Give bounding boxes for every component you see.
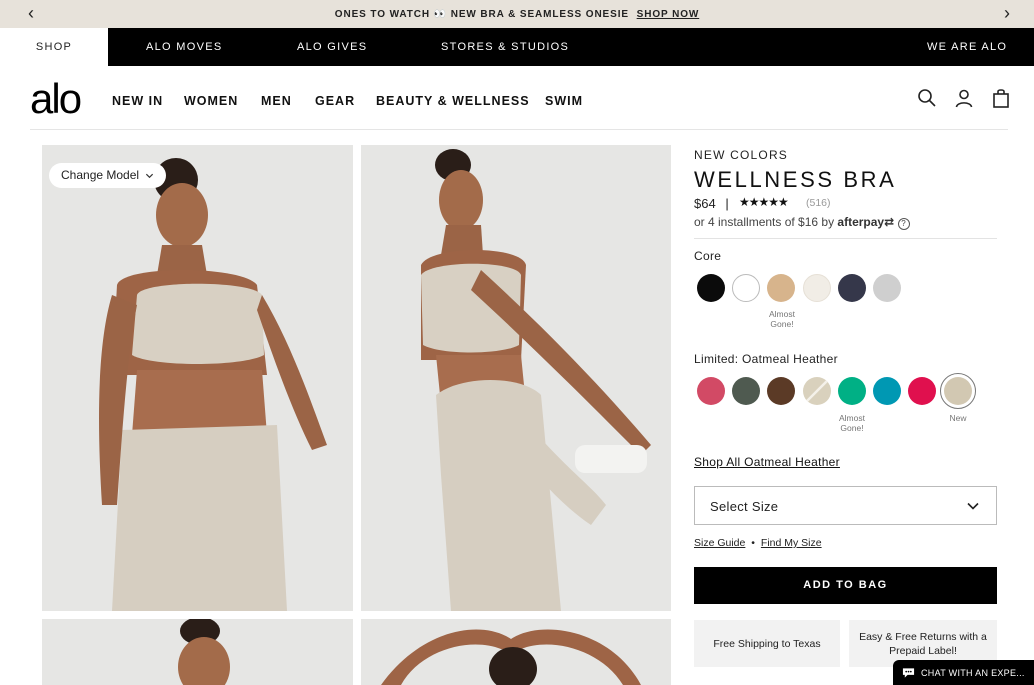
nav-new-in[interactable]: NEW IN bbox=[112, 94, 163, 108]
swatch-limited-5[interactable] bbox=[838, 377, 866, 405]
swatch-limited-7[interactable] bbox=[908, 377, 936, 405]
product-price-row: $64 | bbox=[694, 196, 729, 211]
afterpay-logo: afterpay⇄ bbox=[837, 215, 894, 229]
product-image-front[interactable] bbox=[42, 145, 353, 611]
shop-all-color-link[interactable]: Shop All Oatmeal Heather bbox=[694, 455, 840, 469]
change-model-button[interactable]: Change Model bbox=[49, 163, 167, 188]
nav-gear[interactable]: GEAR bbox=[315, 94, 355, 108]
promo-bar: ‹ ONES TO WATCH 👀 NEW BRA & SEAMLESS ONE… bbox=[0, 0, 1034, 28]
product-image-4[interactable] bbox=[361, 619, 671, 685]
swatch-note-almost-gone: Almost Gone! bbox=[769, 309, 795, 329]
model-third-illustration bbox=[42, 619, 353, 685]
product-image-3[interactable] bbox=[42, 619, 353, 685]
swatch-limited-8-selected[interactable] bbox=[944, 377, 972, 405]
model-fourth-illustration bbox=[361, 619, 671, 685]
size-links-bullet: • bbox=[751, 537, 755, 549]
header-divider bbox=[30, 129, 1008, 130]
promo-next-arrow-icon[interactable]: › bbox=[1004, 3, 1010, 23]
account-icon[interactable] bbox=[954, 88, 974, 108]
model-side-illustration bbox=[361, 145, 671, 611]
chevron-down-icon bbox=[145, 173, 154, 179]
chat-bubble-icon bbox=[902, 667, 915, 678]
top-nav-alo-moves[interactable]: ALO MOVES bbox=[146, 28, 223, 66]
change-model-label: Change Model bbox=[61, 168, 140, 182]
product-title: WELLNESS BRA bbox=[694, 167, 897, 192]
chat-label: CHAT WITH AN EXPE... bbox=[921, 667, 1025, 678]
size-links: Size Guide • Find My Size bbox=[694, 537, 822, 549]
review-count[interactable]: (516) bbox=[806, 197, 831, 209]
promo-prev-arrow-icon[interactable]: ‹ bbox=[28, 3, 34, 23]
swatch-texture-icon bbox=[806, 380, 828, 402]
swatch-limited-1[interactable] bbox=[697, 377, 725, 405]
swatch-limited-6[interactable] bbox=[873, 377, 901, 405]
product-image-side[interactable] bbox=[361, 145, 671, 611]
swatch-core-2[interactable] bbox=[732, 274, 760, 302]
afterpay-wordmark: afterpay bbox=[837, 215, 885, 229]
info-icon[interactable]: ? bbox=[897, 218, 910, 230]
limited-colors-label: Limited: Oatmeal Heather bbox=[694, 352, 838, 366]
swatch-core-6[interactable] bbox=[873, 274, 901, 302]
swatch-core-1[interactable] bbox=[697, 274, 725, 302]
product-eyebrow: NEW COLORS bbox=[694, 148, 789, 162]
model-front-illustration bbox=[42, 145, 353, 611]
core-colors-label: Core bbox=[694, 249, 722, 263]
price-separator: | bbox=[725, 196, 729, 211]
size-select[interactable]: Select Size bbox=[694, 486, 997, 525]
swatch-limited-2[interactable] bbox=[732, 377, 760, 405]
swatch-core-4[interactable] bbox=[803, 274, 831, 302]
search-icon[interactable] bbox=[917, 88, 937, 108]
swatch-note-almost-gone-2: Almost Gone! bbox=[839, 413, 865, 433]
chevron-down-icon bbox=[967, 502, 979, 510]
swatch-note-new: New bbox=[949, 413, 967, 423]
find-my-size-link[interactable]: Find My Size bbox=[761, 537, 822, 549]
nav-women[interactable]: WOMEN bbox=[184, 94, 238, 108]
nav-swim[interactable]: SWIM bbox=[545, 94, 583, 108]
afterpay-mark-icon: ⇄ bbox=[884, 215, 895, 229]
nav-men[interactable]: MEN bbox=[261, 94, 292, 108]
size-guide-link[interactable]: Size Guide bbox=[694, 537, 745, 549]
swatch-core-5[interactable] bbox=[838, 274, 866, 302]
top-nav-shop[interactable]: SHOP bbox=[0, 28, 108, 66]
swatch-limited-3[interactable] bbox=[767, 377, 795, 405]
bag-icon[interactable] bbox=[991, 88, 1011, 108]
installments-row: or 4 installments of $16 by afterpay⇄ ? bbox=[694, 215, 910, 230]
info-divider bbox=[694, 238, 997, 239]
star-rating[interactable]: ★★★★★ bbox=[739, 195, 789, 209]
alo-logo[interactable]: alo bbox=[30, 74, 82, 124]
promo-text: ONES TO WATCH 👀 NEW BRA & SEAMLESS ONESI… bbox=[335, 9, 699, 20]
top-nav-we-are-alo[interactable]: WE ARE ALO bbox=[927, 28, 1007, 66]
swatch-core-3[interactable] bbox=[767, 274, 795, 302]
nav-beauty-wellness[interactable]: BEAUTY & WELLNESS bbox=[376, 94, 530, 108]
promo-message: ONES TO WATCH 👀 NEW BRA & SEAMLESS ONESI… bbox=[334, 8, 629, 20]
add-to-bag-button[interactable]: ADD TO BAG bbox=[694, 567, 997, 604]
perk-free-shipping: Free Shipping to Texas bbox=[694, 620, 840, 667]
top-nav: SHOP ALO MOVES ALO GIVES STORES & STUDIO… bbox=[0, 28, 1034, 66]
top-nav-alo-gives[interactable]: ALO GIVES bbox=[297, 28, 367, 66]
installments-text: or 4 installments of $16 by bbox=[694, 215, 835, 229]
swatch-limited-4[interactable] bbox=[803, 377, 831, 405]
promo-shop-now-link[interactable]: SHOP NOW bbox=[637, 9, 700, 20]
chat-expert-button[interactable]: CHAT WITH AN EXPE... bbox=[893, 660, 1034, 685]
size-select-label: Select Size bbox=[710, 499, 779, 514]
product-price: $64 bbox=[694, 196, 716, 211]
top-nav-stores-studios[interactable]: STORES & STUDIOS bbox=[441, 28, 569, 66]
